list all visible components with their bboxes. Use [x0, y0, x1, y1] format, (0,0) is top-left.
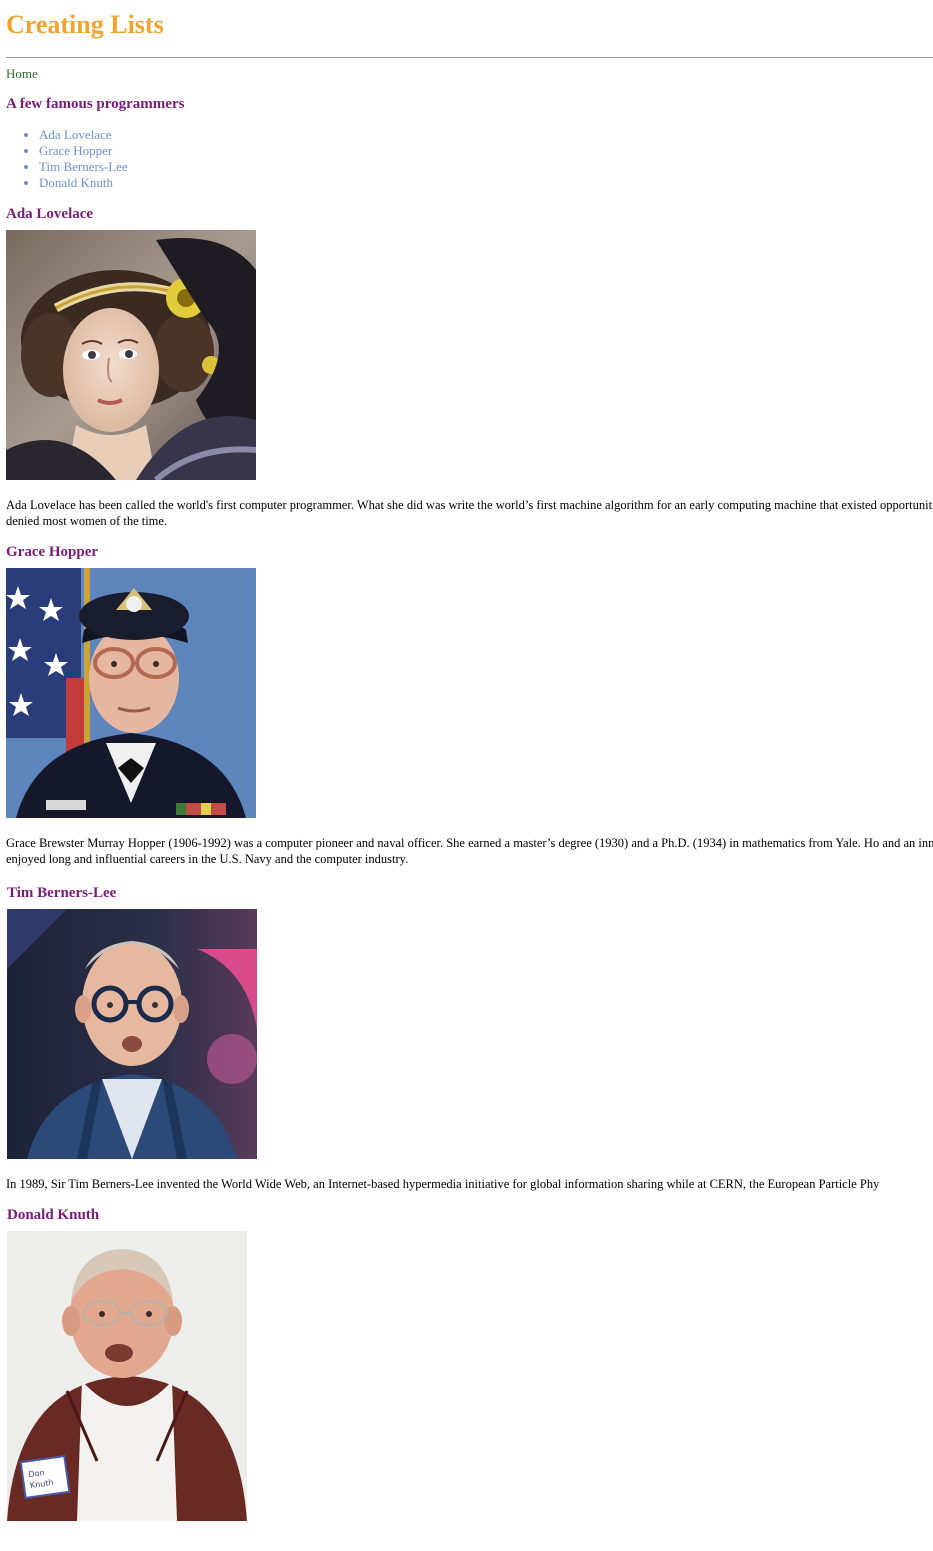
list-item: Tim Berners-Lee: [39, 159, 933, 175]
name-badge: Don Knuth: [19, 1454, 71, 1500]
grace-hopper-bio: Grace Brewster Murray Hopper (1906-1992)…: [6, 836, 933, 866]
programmers-list: Ada Lovelace Grace Hopper Tim Berners-Le…: [6, 127, 933, 191]
list-item: Donald Knuth: [39, 175, 933, 191]
title-divider: [6, 57, 933, 58]
list-item: Ada Lovelace: [39, 127, 933, 143]
donald-knuth-heading: Donald Knuth: [7, 1207, 100, 1223]
donald-knuth-portrait: Don Knuth: [7, 1231, 247, 1521]
list-item: Grace Hopper: [39, 143, 933, 159]
grace-hopper-heading: Grace Hopper: [6, 544, 99, 560]
link-tim-berners-lee[interactable]: Tim Berners-Lee: [39, 159, 128, 174]
ada-lovelace-portrait: [6, 230, 256, 480]
tim-berners-lee-bio: In 1989, Sir Tim Berners-Lee invented th…: [6, 1177, 880, 1191]
link-grace-hopper[interactable]: Grace Hopper: [39, 143, 112, 158]
page-title: Creating Lists: [6, 10, 164, 39]
ada-lovelace-heading: Ada Lovelace: [6, 206, 94, 222]
ada-lovelace-bio: Ada Lovelace has been called the world's…: [6, 498, 933, 528]
page: Creating Lists Home A few famous program…: [0, 0, 933, 1521]
tim-berners-lee-portrait: [7, 909, 257, 1159]
home-link[interactable]: Home: [6, 66, 933, 81]
famous-programmers-heading: A few famous programmers: [6, 96, 185, 112]
tim-berners-lee-heading: Tim Berners-Lee: [7, 885, 117, 901]
link-ada-lovelace[interactable]: Ada Lovelace: [39, 127, 112, 142]
link-donald-knuth[interactable]: Donald Knuth: [39, 175, 113, 190]
grace-hopper-portrait: [6, 568, 256, 818]
